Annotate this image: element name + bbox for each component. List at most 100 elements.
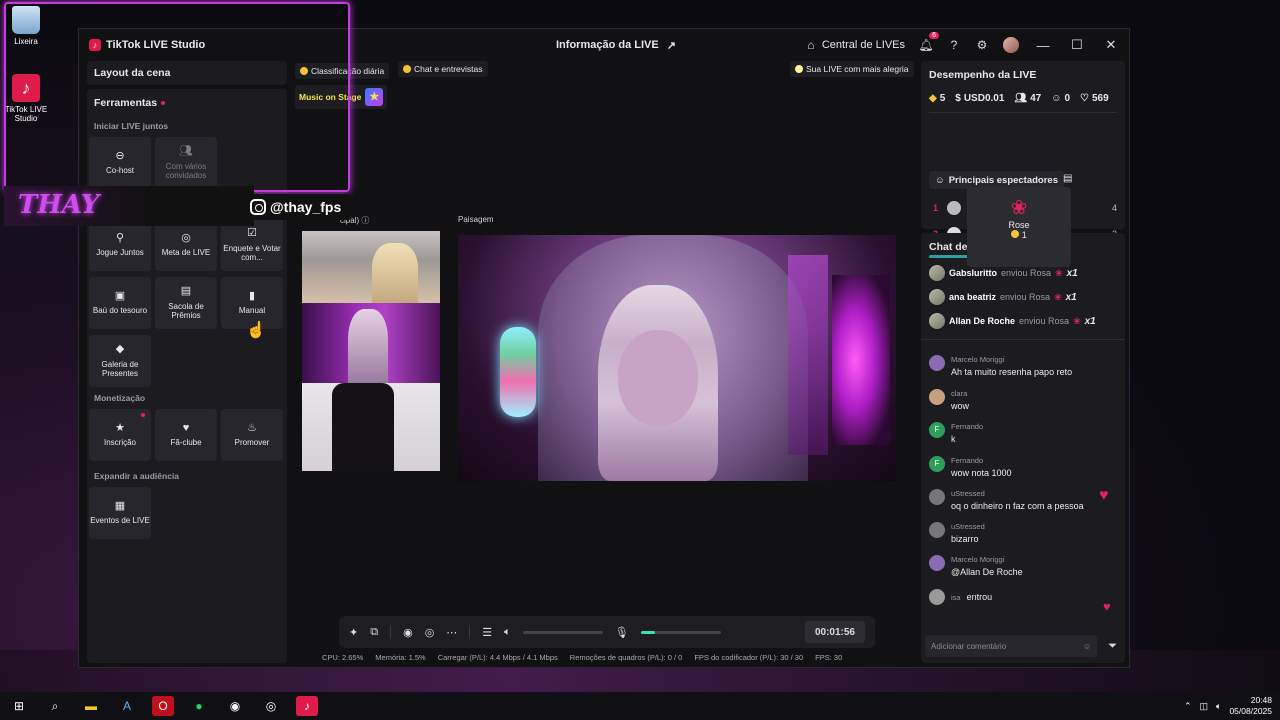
stat-likes: ♡ 569 [1080,93,1109,104]
gift-tooltip: ❀ Rose 1 [967,187,1071,267]
chat-text: bizarro [951,534,979,544]
preview-frame [302,383,440,471]
speaker-icon[interactable]: 🔈︎ [1216,701,1221,712]
live-info-button[interactable]: Informação da LIVE ↗ [556,39,676,52]
folder-icon[interactable]: ▬ [80,696,102,716]
tile-live-goal[interactable]: ◎ Meta de LIVE [155,219,217,271]
chrome-icon[interactable]: ◉ [224,696,246,716]
app-a-icon[interactable]: A [116,696,138,716]
tile-label: Com vários convidados [165,161,207,181]
microphone-icon[interactable]: 🎙︎ [615,626,629,639]
title-actions: ⌂ Central de LIVEs 🔔︎ 6 ? ⚙ — ☐ ✕ [804,29,1121,61]
new-dot-icon [141,413,145,417]
filter-icon[interactable]: ⏷ [1108,640,1117,653]
chat-message[interactable]: F Fernando wow nota 1000 [929,456,1119,478]
performance-stats: ◆ 5 $ USD0.01 👥︎ 47 ☺ 0 ♡ 569 [921,81,1125,104]
close-button[interactable]: ✕ [1101,37,1121,53]
heart-icon: ♥ [1103,599,1111,614]
tile-treasure-chest[interactable]: ▣ Baú do tesouro [89,277,151,329]
list-icon[interactable]: ▤ [1063,173,1072,184]
chat-message[interactable]: F Fernando k [929,422,1119,444]
live-center-button[interactable]: ⌂ Central de LIVEs [804,38,905,52]
gift-message: Allan De Roche enviou Rosa ❀ x1 [929,313,1096,329]
speaker-volume-slider[interactable] [522,630,603,634]
portrait-preview[interactable] [302,231,440,471]
help-icon[interactable]: ? [947,38,961,52]
chat-message[interactable]: uStressed bizarro [929,522,1119,544]
chevron-up-icon[interactable]: ⌃ [1184,701,1192,712]
tile-co-host[interactable]: ⊖ Co-host [89,137,151,189]
chip-happy-live[interactable]: Sua LIVE com mais alegria [790,61,914,77]
stat-follows: ☺ 0 [1051,93,1070,104]
music-on-stage-button[interactable]: Music on Stage ★ [295,85,387,109]
comment-input[interactable]: Adicionar comentário ☺ [925,635,1097,657]
gift-verb: enviou Rosa [1000,292,1051,302]
tile-prize-bag[interactable]: ▤ Sacola de Prêmios [155,277,217,329]
bell-icon[interactable]: 🔔︎ 6 [918,32,939,52]
desktop-icon-recycle-bin[interactable]: Lixeira [4,6,48,46]
chat-message[interactable]: Marcelo Moriggi @Allan De Roche [929,555,1119,577]
calendar-icon: ▦ [114,500,126,513]
star-icon: ★ [115,422,125,435]
more-icon[interactable]: ⋯ [446,626,457,639]
chat-message[interactable]: Marcelo Moriggi Ah ta muito resenha papo … [929,355,1119,377]
tile-subscription[interactable]: ★ Inscrição [89,409,151,461]
replay-icon[interactable]: ◎ [425,626,435,639]
opera-icon[interactable]: O [152,696,174,716]
record-icon[interactable]: ◉ [403,626,413,639]
tile-live-events[interactable]: ▦ Eventos de LIVE [89,487,151,539]
gift-multiplier: x1 [1066,267,1078,279]
stat-value: USD0.01 [963,93,1005,104]
settings-sliders-icon[interactable]: ☰ [482,626,492,639]
emoji-icon[interactable]: ☺ [1083,642,1091,651]
minimize-button[interactable]: — [1033,38,1053,53]
tile-fan-club[interactable]: ♥ Fã-clube [155,409,217,461]
tile-play-together[interactable]: ⚲ Jogue Juntos [89,219,151,271]
tile-promote[interactable]: ♨ Promover [221,409,283,461]
desktop-icon-tiktok-studio[interactable]: ♪ TikTok LIVE Studio [4,74,48,123]
tiktok-icon[interactable]: ♪ [296,696,318,716]
star-icon: ★ [365,88,384,106]
landscape-preview[interactable] [458,235,896,481]
info-icon[interactable]: ⓘ [361,216,369,225]
live-timer: 00:01:56 [804,621,865,643]
chat-message[interactable]: uStressed oq o dinheiro n faz com a pesso… [929,489,1119,511]
gear-icon[interactable]: ⚙ [975,38,989,52]
tile-poll[interactable]: ☑ Enquete e Votar com... [221,219,283,271]
gift-cost: 1 [967,230,1071,240]
poll-icon: ☑ [247,227,257,240]
avatar[interactable] [1003,37,1019,53]
target-icon: ◎ [181,232,191,245]
tile-multi-guest[interactable]: 👥︎ Com vários convidados [155,137,217,189]
network-icon[interactable]: ◫ [1200,701,1209,712]
search-icon[interactable]: ⌕ [44,696,66,716]
desktop-icon-label: TikTok LIVE Studio [4,105,48,123]
divider [929,112,1117,113]
scene-layout-header[interactable]: Layout da cena [87,61,287,85]
divider [921,339,1125,340]
hand-cursor-icon: ☝ [246,322,266,339]
mic-level-meter[interactable] [640,630,721,634]
chip-daily-ranking[interactable]: Classificação diária [295,63,390,79]
obs-icon[interactable]: ◎ [260,696,282,716]
gift-verb: enviou Rosa [1001,268,1052,278]
status-cpu: CPU: 2.65% [322,653,364,662]
chat-username: uStressed [951,522,985,531]
tile-gift-gallery[interactable]: ◆ Galeria de Presentes [89,335,151,387]
magic-wand-icon[interactable]: ✦ [349,626,358,639]
chip-label: Classificação diária [311,66,385,76]
chip-chat-interviews[interactable]: Chat e entrevistas [398,61,488,77]
tiktok-logo-icon: ♪ [89,39,101,51]
rose-icon: ❀ [1054,291,1062,302]
chat-message[interactable]: clara wow [929,389,1119,411]
windows-start-icon[interactable]: ⊞ [8,696,30,716]
bulb-icon [795,65,803,73]
layout-icon[interactable]: ⧉ [370,626,378,639]
chip-label: Chat e entrevistas [414,64,483,74]
system-clock[interactable]: 20:48 05/08/2025 [1229,695,1272,716]
speaker-icon[interactable]: 🔈︎ [504,626,511,639]
spotify-icon[interactable]: ● [188,696,210,716]
viewers-icon: 👥︎ [1014,93,1028,104]
chat-join-message[interactable]: isa entrou [929,589,1119,605]
maximize-button[interactable]: ☐ [1067,37,1087,53]
